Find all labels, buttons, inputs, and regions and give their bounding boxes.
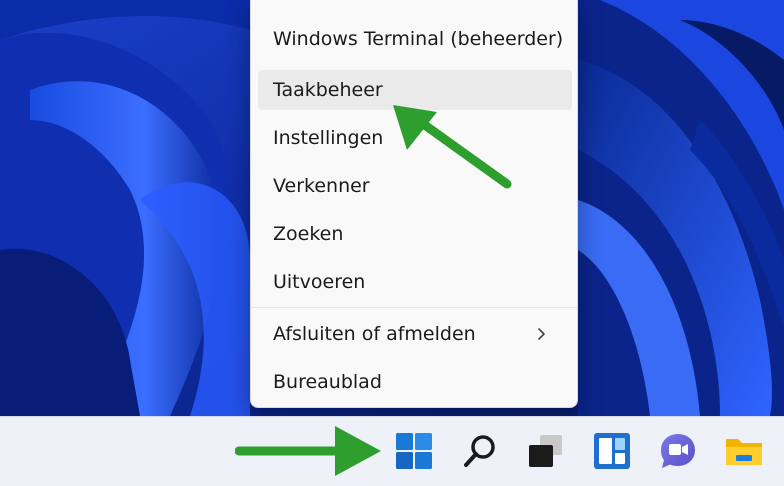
windows-start-icon[interactable] — [394, 431, 434, 471]
menu-item-label: Verkenner — [273, 175, 370, 197]
menu-item-taakbeheer[interactable]: Taakbeheer — [258, 70, 572, 110]
menu-item-label: Uitvoeren — [273, 271, 366, 293]
menu-item-label: Afsluiten of afmelden — [273, 323, 476, 345]
menu-item-uitvoeren[interactable]: Uitvoeren — [258, 262, 572, 302]
menu-item-label: Taakbeheer — [273, 79, 383, 101]
chevron-right-icon — [534, 324, 550, 344]
menu-item-label: Bureaublad — [273, 371, 382, 393]
teams-chat-icon[interactable] — [658, 431, 698, 471]
taskbar — [0, 416, 784, 486]
task-view-icon[interactable] — [526, 431, 566, 471]
widgets-icon[interactable] — [592, 431, 632, 471]
context-menu: Windows Terminal (beheerder) Taakbeheer … — [250, 0, 578, 408]
menu-item-label: Zoeken — [273, 223, 344, 245]
menu-separator — [251, 307, 577, 308]
menu-item-verkenner[interactable]: Verkenner — [258, 166, 572, 206]
menu-item-afsluiten-of-afmelden[interactable]: Afsluiten of afmelden — [258, 314, 572, 354]
menu-item-zoeken[interactable]: Zoeken — [258, 214, 572, 254]
menu-item-windows-terminal-admin[interactable]: Windows Terminal (beheerder) — [258, 19, 572, 59]
menu-item-instellingen[interactable]: Instellingen — [258, 118, 572, 158]
file-explorer-icon[interactable] — [724, 431, 764, 471]
menu-item-label: Instellingen — [273, 127, 384, 149]
search-icon[interactable] — [460, 431, 500, 471]
menu-item-bureaublad[interactable]: Bureaublad — [258, 362, 572, 402]
menu-item-label: Windows Terminal (beheerder) — [273, 28, 564, 50]
